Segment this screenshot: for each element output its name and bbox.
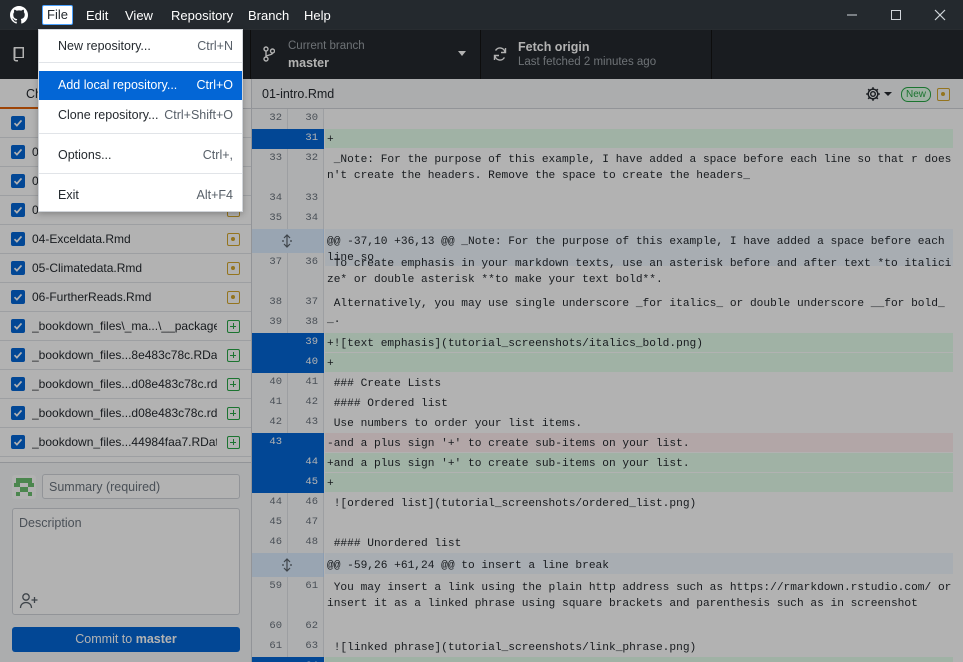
menu-item-label: New repository... [58, 39, 151, 53]
new-repository-item[interactable]: New repository... Ctrl+N [39, 32, 242, 61]
menu-item-label: Exit [58, 188, 79, 202]
menu-edit[interactable]: Edit [86, 0, 108, 29]
menu-item-label: Clone repository... [58, 108, 159, 122]
menu-separator [39, 173, 242, 174]
close-icon [934, 9, 946, 21]
file-menu-dropdown: New repository... Ctrl+N Add local reposit… [38, 29, 243, 212]
menu-separator [39, 62, 242, 63]
menu-file[interactable]: File [42, 5, 73, 25]
maximize-button[interactable] [873, 0, 919, 29]
menu-view[interactable]: View [125, 0, 153, 29]
menu-item-shortcut: Ctrl+Shift+O [164, 108, 233, 122]
github-logo-icon [10, 6, 28, 24]
menu-item-shortcut: Ctrl+N [197, 39, 233, 53]
menu-separator [39, 133, 242, 134]
menu-repository[interactable]: Repository [171, 0, 233, 29]
menu-item-label: Add local repository... [58, 78, 178, 92]
menu-item-shortcut: Ctrl+, [202, 148, 233, 162]
menu-item-shortcut: Alt+F4 [196, 188, 233, 202]
menu-branch[interactable]: Branch [248, 0, 289, 29]
menu-item-label: Options... [58, 148, 112, 162]
minimize-icon [847, 14, 857, 16]
clone-repository-item[interactable]: Clone repository... Ctrl+Shift+O [39, 101, 242, 130]
exit-item[interactable]: Exit Alt+F4 [39, 181, 242, 210]
menu-help[interactable]: Help [304, 0, 331, 29]
maximize-icon [891, 10, 901, 20]
options-item[interactable]: Options... Ctrl+, [39, 141, 242, 170]
title-bar: File Edit View Repository Branch Help [0, 0, 963, 29]
close-button[interactable] [917, 0, 963, 29]
minimize-button[interactable] [829, 0, 875, 29]
menu-item-shortcut: Ctrl+O [196, 78, 233, 92]
add-local-repository-item[interactable]: Add local repository... Ctrl+O [39, 71, 242, 100]
